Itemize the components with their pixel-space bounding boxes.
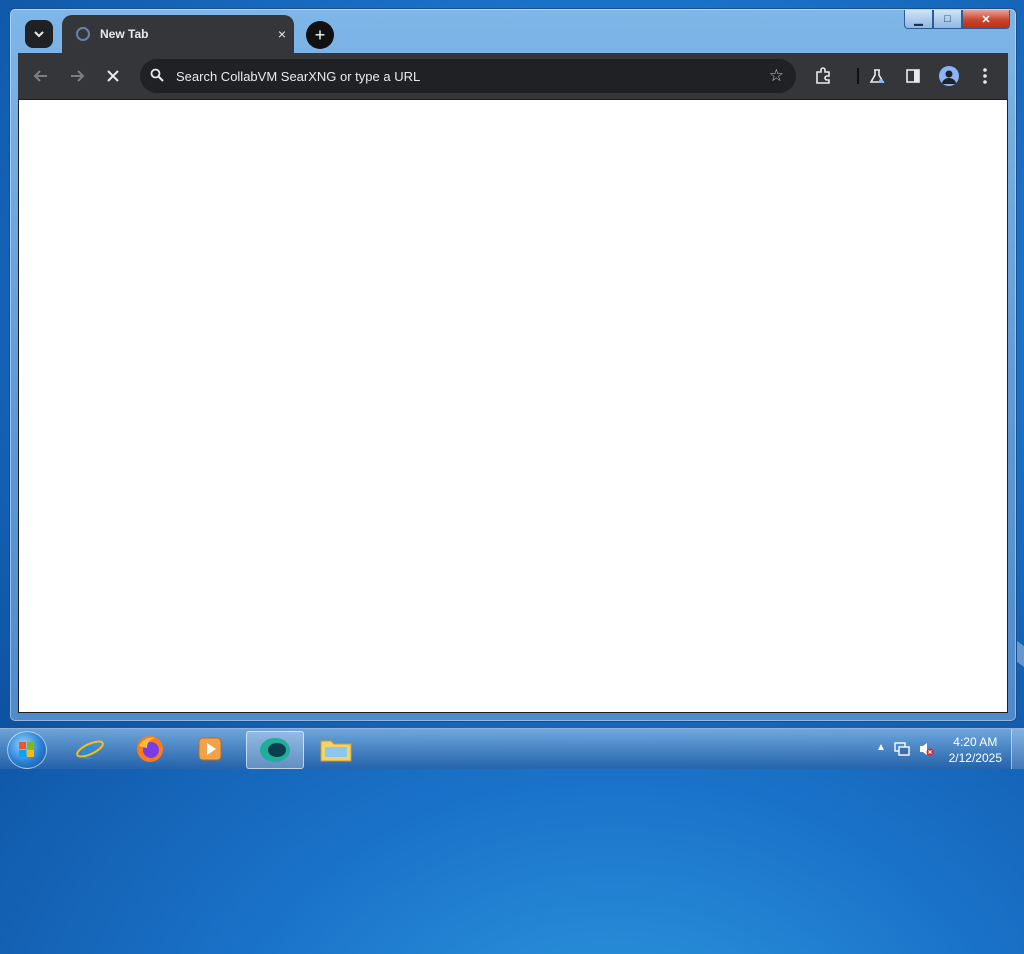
new-tab-button[interactable]: +	[306, 21, 334, 49]
clock[interactable]: 4:20 AM 2/12/2025	[949, 734, 1002, 766]
browser-window: ▁ □ ✕ New Tab × + Search CollabVM SearXN…	[9, 8, 1017, 722]
chevron-down-icon	[34, 31, 44, 38]
show-hidden-icons-icon[interactable]: ▲	[876, 742, 886, 753]
system-tray: ▲ 4:20 AM 2/12/2025	[864, 729, 1024, 769]
forward-button[interactable]	[65, 64, 89, 88]
show-desktop-button[interactable]	[1011, 729, 1024, 769]
extensions-button[interactable]	[811, 64, 835, 88]
tab-search-button[interactable]	[25, 20, 53, 48]
folder-icon	[320, 740, 352, 762]
arrow-left-icon	[33, 70, 47, 82]
bookmark-star-icon[interactable]: ☆	[769, 66, 784, 86]
flask-icon	[869, 69, 885, 83]
loading-favicon-icon	[76, 27, 90, 41]
side-panel-icon	[906, 69, 920, 83]
more-vertical-icon	[983, 68, 987, 84]
taskbar-media-player[interactable]	[182, 731, 238, 767]
tab-title: New Tab	[100, 27, 149, 41]
taskbar-browser[interactable]	[246, 731, 304, 769]
puzzle-icon	[816, 67, 830, 84]
close-icon	[107, 70, 119, 82]
labs-button[interactable]	[865, 64, 889, 88]
browser-app-icon	[260, 738, 290, 762]
media-player-icon	[198, 737, 222, 761]
browser-chrome: New Tab × + Search CollabVM SearXNG or t…	[18, 13, 1008, 713]
menu-button[interactable]	[973, 64, 997, 88]
taskbar: e ▲ 4:20 AM 2/12/2025	[0, 728, 1024, 769]
clock-time: 4:20 AM	[953, 735, 998, 749]
taskbar-file-explorer[interactable]	[308, 731, 364, 767]
page-content[interactable]	[18, 99, 1008, 713]
tab-strip: New Tab × +	[18, 13, 1008, 53]
start-button[interactable]	[7, 731, 47, 769]
volume-muted-icon[interactable]	[918, 741, 934, 757]
profile-button[interactable]	[937, 64, 961, 88]
clock-date: 2/12/2025	[948, 751, 1002, 765]
search-icon	[150, 68, 164, 82]
address-bar-placeholder: Search CollabVM SearXNG or type a URL	[176, 69, 421, 84]
tab-close-icon[interactable]: ×	[270, 26, 294, 42]
toolbar-divider	[857, 68, 859, 84]
network-icon[interactable]	[894, 741, 910, 757]
svg-text:e: e	[81, 735, 93, 764]
address-bar[interactable]: Search CollabVM SearXNG or type a URL ☆	[140, 59, 796, 93]
arrow-right-icon	[71, 70, 85, 82]
avatar-icon	[939, 66, 959, 86]
browser-toolbar: Search CollabVM SearXNG or type a URL ☆	[18, 53, 1008, 99]
stop-loading-button[interactable]	[101, 64, 125, 88]
firefox-icon	[137, 736, 163, 762]
internet-explorer-icon: e	[76, 735, 104, 764]
back-button[interactable]	[29, 64, 53, 88]
windows-logo-icon	[19, 742, 34, 757]
taskbar-firefox[interactable]	[122, 731, 178, 767]
taskbar-internet-explorer[interactable]: e	[62, 731, 118, 767]
side-panel-button[interactable]	[901, 64, 925, 88]
tab-new-tab[interactable]: New Tab ×	[62, 15, 294, 53]
